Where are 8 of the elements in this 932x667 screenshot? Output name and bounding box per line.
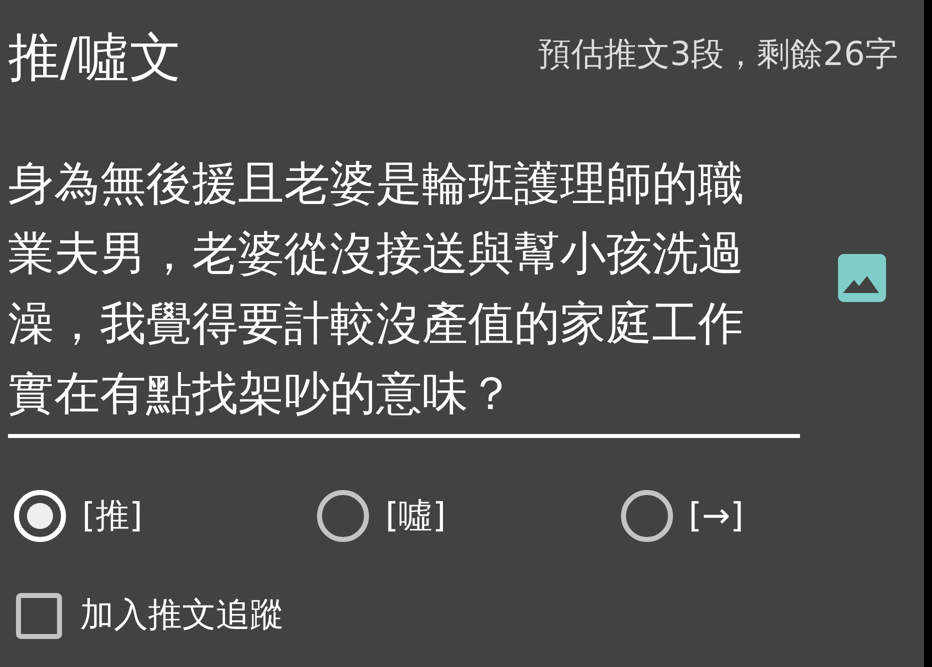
image-icon[interactable]	[838, 254, 886, 302]
radio-option[interactable]: [噓]	[317, 490, 621, 542]
radio-option[interactable]: [→]	[620, 490, 924, 542]
dialog-title: 推/噓文	[8, 27, 182, 90]
track-checkbox[interactable]: 加入推文追蹤	[16, 590, 284, 641]
character-counter: 預估推文3段，剩餘26字	[538, 33, 898, 75]
comment-field[interactable]: 身為無後援且老婆是輪班護理師的職業夫男，老婆從沒接送與幫小孩洗過澡，我覺得要計較沒產值的家庭工作實在有點找架吵的意味？	[8, 148, 800, 438]
radio-option[interactable]: [推]	[14, 490, 318, 542]
